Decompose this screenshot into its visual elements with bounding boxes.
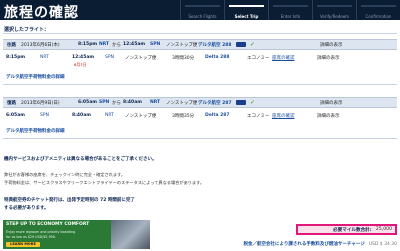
page-title: 旅程の確認 xyxy=(4,5,79,21)
seg-cabin: エコノミー xyxy=(247,114,270,119)
return-stops: ノンストップ便 xyxy=(166,101,198,106)
banner-subtitle-2: for as low as $29 USD/¥2,990. xyxy=(6,235,56,239)
ticketing-note-2: する必要があります。 xyxy=(4,206,49,211)
return-depart-time: 6:05am xyxy=(78,100,97,105)
seg-flight[interactable]: Delta 287 xyxy=(205,113,229,118)
check-icon: ✓ xyxy=(250,99,256,106)
seat-check-link[interactable]: 座席の確認 xyxy=(272,55,295,61)
return-header: 復路 2013年6月9日(日) 6:05am SPN から 8:40am NRT… xyxy=(3,97,397,108)
outbound-label: 往路 xyxy=(7,43,16,48)
checkin-note-1: 弊社がお客様の座席を、チェックイン時に完全・確定されます。 xyxy=(4,172,126,177)
outbound-header: 往路 2013年6月6日(木) 8:15pm NRT から 12:45am SP… xyxy=(3,39,397,50)
seg-depart-airport[interactable]: NRT xyxy=(40,55,49,60)
divider xyxy=(3,33,397,34)
banner-subtitle-1: Enjoy more legroom and priority boarding xyxy=(6,230,76,234)
amenities-note: 機内サービスおよびアメニティは異なる場合があることをご了承ください。 xyxy=(4,157,157,162)
divider xyxy=(3,84,397,85)
taxes-fees-price: USD $ 34.30 xyxy=(368,242,397,247)
seg-arrive-airport[interactable]: SPN xyxy=(105,55,114,60)
required-miles-label: 必要マイル数合計: xyxy=(333,228,372,233)
selected-flights-title: 選択したフライト： xyxy=(4,27,50,33)
taxes-fees-link[interactable]: 税金／航空会社により課される手数料及び燃油サーチャージ xyxy=(243,242,364,247)
checkin-note-2: 手荷物料金は、サービスクラスやフリークエントフライヤーのステータスによって異なる… xyxy=(4,180,205,185)
divider xyxy=(3,138,397,139)
seg-duration: 3時間30分 xyxy=(172,56,195,61)
seg-depart-time: 8:15pm xyxy=(6,55,26,60)
economy-comfort-banner[interactable]: STEP UP TO ECONOMY COMFORT Enjoy more le… xyxy=(3,220,150,249)
seg-arrive-date-note: 6月7日 xyxy=(74,62,87,67)
return-label: 復路 xyxy=(7,101,16,106)
seg-duration: 3時間35分 xyxy=(172,114,195,119)
return-flight: デルタ航空 287 xyxy=(198,101,232,106)
return-arrive-airport: NRT xyxy=(150,100,161,105)
outbound-details-link[interactable]: 詳細の表示 xyxy=(320,42,343,48)
return-from-word: から xyxy=(112,101,121,106)
outbound-arrive-airport: SPN xyxy=(150,42,161,47)
taxes-fees-row: 税金／航空会社により課される手数料及び燃油サーチャージ USD $ 34.30 xyxy=(243,241,397,247)
step-search-flights: Search Flights xyxy=(180,0,224,20)
seg-arrive-time: 12:45am xyxy=(72,55,95,60)
delta-logo-icon xyxy=(236,100,246,105)
seat-image xyxy=(111,220,150,249)
return-arrive-time: 8:40am xyxy=(123,100,142,105)
step-enter-info: Enter Info xyxy=(268,0,312,20)
required-miles-value: 25,000 xyxy=(375,227,392,232)
seg-stops: ノンストップ便 xyxy=(125,114,157,119)
delta-logo-icon xyxy=(236,42,246,47)
seg-details-link[interactable]: 詳細の表示 xyxy=(317,113,340,119)
outbound-arrive-time: 12:45am xyxy=(123,42,146,47)
seg-depart-time: 6:05am xyxy=(6,113,25,118)
page-header: 旅程の確認 Search Flights Select Trip Enter I… xyxy=(0,0,400,21)
banner-title: STEP UP TO ECONOMY COMFORT xyxy=(6,222,90,227)
check-icon: ✓ xyxy=(250,41,256,48)
learn-more-button[interactable]: LEARN MORE xyxy=(6,242,40,247)
ticketing-note-1: 特典航空券のチケット発行は、出発予定時刻の 72 時間前に完了 xyxy=(4,198,135,203)
outbound-from-word: から xyxy=(112,43,121,48)
outbound-date: 2013年6月6日(木) xyxy=(21,43,60,48)
outbound-depart-time: 8:15pm xyxy=(78,42,98,47)
outbound-depart-airport: NRT xyxy=(99,42,110,47)
seg-stops: ノンストップ便 xyxy=(125,56,157,61)
outbound-flight: デルタ航空 288 xyxy=(198,43,232,48)
step-verify-redeem: Verify/Redeem xyxy=(312,0,356,20)
baggage-fee-link[interactable]: デルタ航空手荷物料金の詳細 xyxy=(6,74,65,80)
step-select-trip: Select Trip xyxy=(224,0,268,20)
return-date: 2013年6月9日(日) xyxy=(21,101,60,106)
outbound-stops: ノンストップ便 xyxy=(166,43,198,48)
seg-arrive-time: 8:40am xyxy=(72,113,91,118)
required-miles-box: 必要マイル数合計: 25,000 xyxy=(296,224,397,235)
seg-cabin: エコノミー xyxy=(247,56,270,61)
seg-arrive-airport[interactable]: NRT xyxy=(105,113,114,118)
step-confirmation: Confirmation xyxy=(356,0,400,20)
return-details-link[interactable]: 詳細の表示 xyxy=(320,100,343,106)
seg-flight[interactable]: Delta 288 xyxy=(205,55,229,60)
seg-details-link[interactable]: 詳細の表示 xyxy=(317,55,340,61)
learn-more-label: LEARN MORE xyxy=(10,242,36,246)
return-depart-airport: SPN xyxy=(99,100,110,105)
progress-steps: Search Flights Select Trip Enter Info Ve… xyxy=(180,0,400,20)
seg-depart-airport[interactable]: SPN xyxy=(40,113,49,118)
baggage-fee-link[interactable]: デルタ航空手荷物料金の詳細 xyxy=(6,128,65,134)
seat-check-link[interactable]: 座席の確認 xyxy=(272,113,295,119)
